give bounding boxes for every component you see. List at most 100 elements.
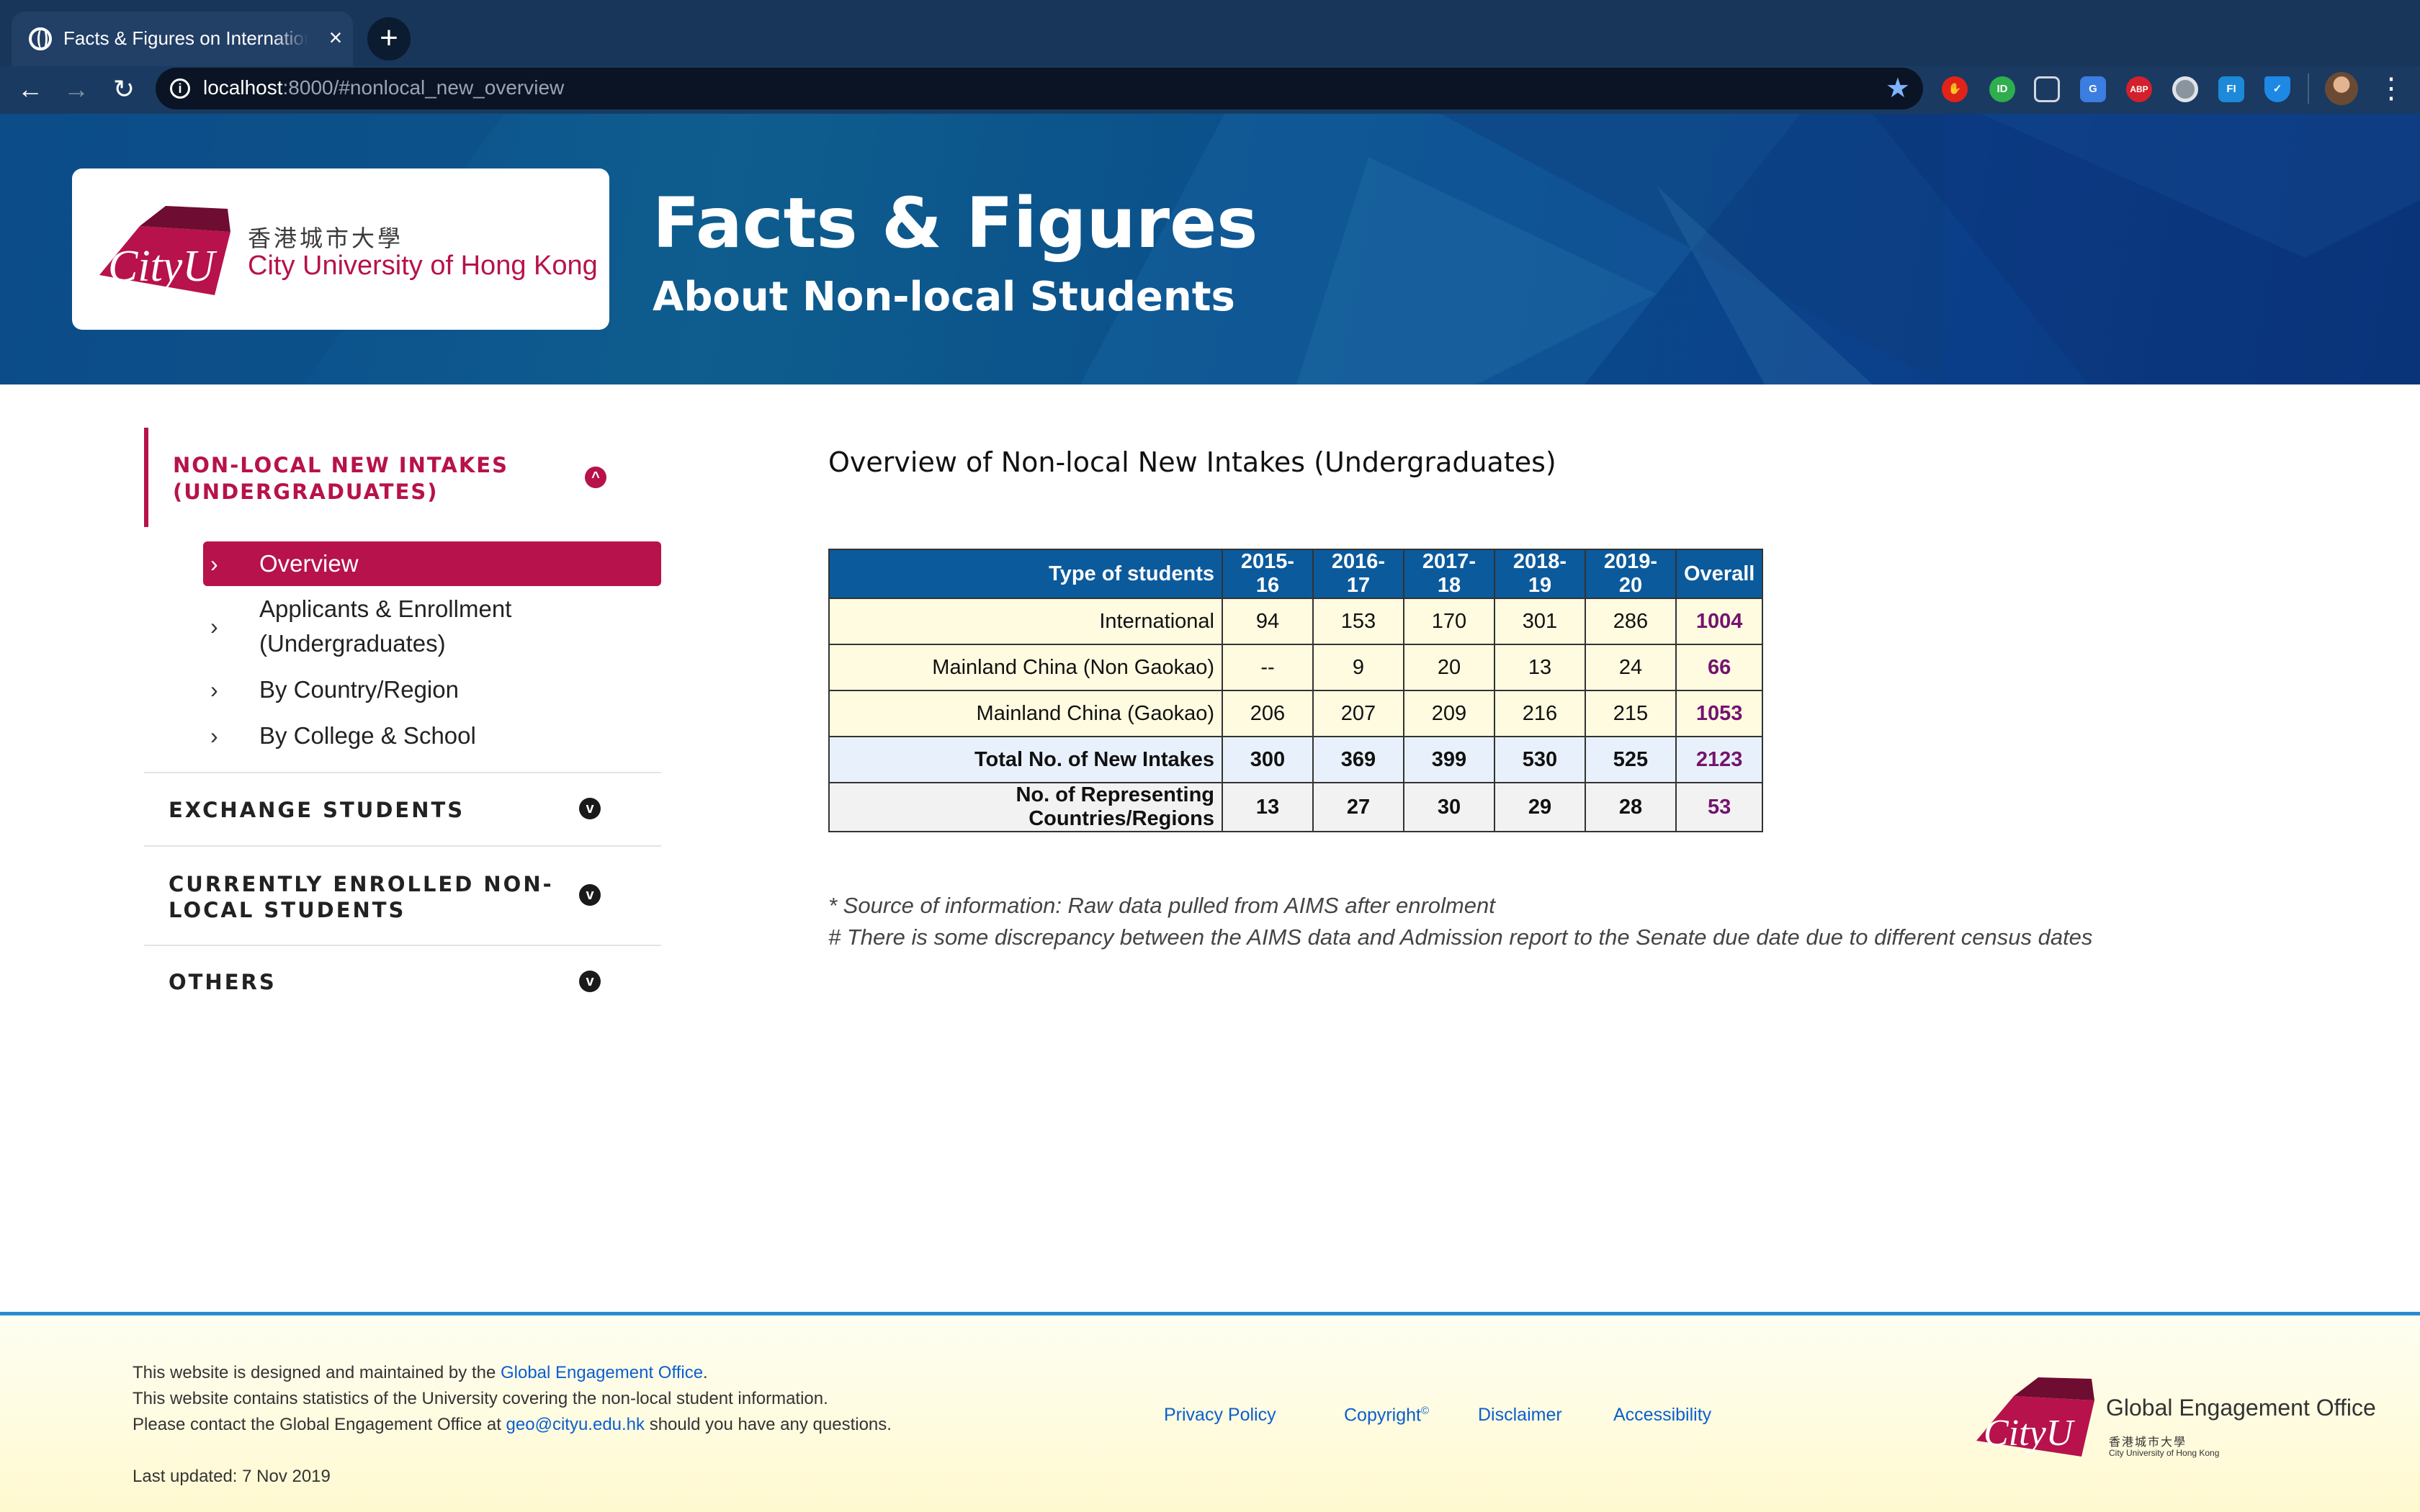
globe-icon (29, 27, 52, 50)
url-text[interactable]: localhost:8000/#nonlocal_new_overview (203, 76, 564, 99)
page-subtitle: About Non-local Students (653, 274, 1235, 320)
overall-cell: 2123 (1675, 736, 1764, 783)
table-cell: 94 (1222, 598, 1314, 645)
column-header: 2019-20 (1585, 549, 1677, 599)
chevron-down-icon[interactable]: v (579, 971, 601, 992)
discrepancy-note: # There is some discrepancy between the … (828, 924, 2093, 950)
chevron-right-icon: › (210, 677, 218, 703)
overall-cell: 1004 (1675, 598, 1764, 645)
new-tab-button[interactable]: + (367, 17, 411, 60)
table-cell: 525 (1585, 736, 1677, 783)
extension-stop-icon[interactable]: ✋ (1942, 76, 1968, 102)
office-english-name: City University of Hong Kong (2109, 1448, 2220, 1458)
sidebar-section-new-intakes[interactable]: NON-LOCAL NEW INTAKES (UNDERGRADUATES) ^ (144, 428, 661, 527)
sidebar-item-country[interactable]: › By Country/Region (203, 672, 661, 707)
footer-cityu-logo[interactable]: CityU (1968, 1373, 2102, 1468)
section-title: Overview of Non-local New Intakes (Under… (828, 446, 1556, 478)
browser-chrome: Facts & Figures on Internationalisation … (0, 0, 2420, 114)
row-label: International (828, 598, 1223, 645)
bookmark-star-icon[interactable]: ★ (1886, 73, 1910, 104)
sidebar-item-label: By Country/Region (259, 676, 459, 703)
extension-green-icon[interactable]: ID (1989, 76, 2015, 102)
table-cell: 215 (1585, 690, 1677, 737)
sidebar-item-applicants[interactable]: › Applicants & Enrollment (Undergraduate… (203, 592, 661, 661)
sidebar-item-label: Overview (259, 550, 359, 577)
column-header: Overall (1675, 549, 1764, 599)
table-cell: 29 (1494, 782, 1586, 832)
chevron-right-icon: › (210, 551, 218, 577)
sidebar-item-label: By College & School (259, 722, 476, 749)
table-cell: 28 (1585, 782, 1677, 832)
pocket-icon[interactable] (2034, 76, 2060, 102)
chevron-right-icon: › (210, 613, 218, 639)
chevron-down-icon[interactable]: v (579, 798, 601, 819)
sidebar-item-label: Applicants & Enrollment (Undergraduates) (259, 595, 512, 657)
translate-icon[interactable]: G (2080, 76, 2106, 102)
browser-toolbar: ← → ↻ i localhost:8000/#nonlocal_new_ove… (0, 66, 2420, 114)
table-cell: 399 (1403, 736, 1495, 783)
toolbar-separator (2308, 73, 2309, 104)
back-icon[interactable]: ← (12, 71, 49, 108)
table-cell: 170 (1403, 598, 1495, 645)
table-cell: -- (1222, 644, 1314, 691)
row-label: Mainland China (Gaokao) (828, 690, 1223, 737)
address-bar[interactable]: i localhost:8000/#nonlocal_new_overview … (156, 68, 1923, 109)
table-cell: 300 (1222, 736, 1314, 783)
extension-circle-icon[interactable] (2172, 76, 2198, 102)
column-header: 2017-18 (1403, 549, 1495, 599)
table-cell: 207 (1312, 690, 1404, 737)
cityu-logo[interactable]: CityU 香港城市大學 City University of Hong Kon… (72, 168, 609, 330)
close-tab-icon[interactable]: × (323, 24, 349, 50)
browser-tab[interactable]: Facts & Figures on Internationalisation … (12, 12, 353, 66)
sidebar-section-exchange[interactable]: EXCHANGE STUDENTS v (144, 772, 661, 845)
shield-extension-icon[interactable]: ✓ (2264, 76, 2290, 102)
chevron-down-icon[interactable]: v (579, 884, 601, 906)
column-header: 2016-17 (1312, 549, 1404, 599)
sidebar-section-others[interactable]: OTHERS v (144, 945, 661, 1017)
browser-menu-icon[interactable]: ⋮ (2377, 71, 2406, 108)
footer-description-text: This website contains statistics of the … (133, 1389, 828, 1408)
contact-email-link[interactable]: geo@cityu.edu.hk (506, 1415, 645, 1434)
table-row: Mainland China (Non Gaokao) -- 9 20 13 2… (828, 644, 1764, 691)
sidebar-section-enrolled[interactable]: CURRENTLY ENROLLED NON-LOCAL STUDENTS v (144, 845, 661, 945)
overall-cell: 53 (1675, 782, 1764, 832)
global-engagement-office-link[interactable]: Global Engagement Office (501, 1363, 703, 1382)
forward-icon[interactable]: → (58, 71, 95, 108)
page-title: Facts & Figures (653, 183, 1258, 264)
footer-contact-text: Please contact the Global Engagement Off… (133, 1415, 892, 1434)
accessibility-link[interactable]: Accessibility (1613, 1405, 1711, 1426)
table-cell: 209 (1403, 690, 1495, 737)
tab-title: Facts & Figures on Internationalisation (63, 27, 308, 49)
table-cell: 9 (1312, 644, 1404, 691)
privacy-policy-link[interactable]: Privacy Policy (1164, 1405, 1276, 1426)
table-header-row: Type of students 2015-16 2016-17 2017-18… (828, 549, 1764, 599)
table-cell: 530 (1494, 736, 1586, 783)
extension-fi-icon[interactable]: FI (2218, 76, 2244, 102)
adblock-icon[interactable]: ABP (2126, 76, 2152, 102)
table-row-total: Total No. of New Intakes 300 369 399 530… (828, 736, 1764, 783)
table-cell: 13 (1494, 644, 1586, 691)
sidebar-section-label: OTHERS (169, 970, 277, 994)
profile-avatar[interactable] (2325, 72, 2358, 105)
sidebar-item-overview[interactable]: › Overview (203, 541, 661, 586)
table-cell: 24 (1585, 644, 1677, 691)
sidebar-section-label: NON-LOCAL NEW INTAKES (UNDERGRADUATES) (173, 453, 508, 504)
info-icon[interactable]: i (170, 78, 190, 99)
chevron-right-icon: › (210, 723, 218, 749)
disclaimer-link[interactable]: Disclaimer (1478, 1405, 1562, 1426)
table-cell: 206 (1222, 690, 1314, 737)
source-note: * Source of information: Raw data pulled… (828, 893, 1495, 918)
intakes-table: Type of students 2015-16 2016-17 2017-18… (828, 549, 1764, 832)
sidebar-item-college[interactable]: › By College & School (203, 719, 661, 753)
table-cell: 153 (1312, 598, 1404, 645)
table-cell: 216 (1494, 690, 1586, 737)
chevron-up-icon[interactable]: ^ (585, 467, 606, 488)
table-row-countries: No. of Representing Countries/Regions 13… (828, 782, 1764, 832)
table-row: Mainland China (Gaokao) 206 207 209 216 … (828, 690, 1764, 737)
overall-cell: 66 (1675, 644, 1764, 691)
table-cell: 20 (1403, 644, 1495, 691)
copyright-link[interactable]: Copyright© (1344, 1405, 1429, 1426)
last-updated-text: Last updated: 7 Nov 2019 (133, 1467, 331, 1486)
office-title: Global Engagement Office (2106, 1395, 2376, 1421)
reload-icon[interactable]: ↻ (105, 71, 143, 108)
